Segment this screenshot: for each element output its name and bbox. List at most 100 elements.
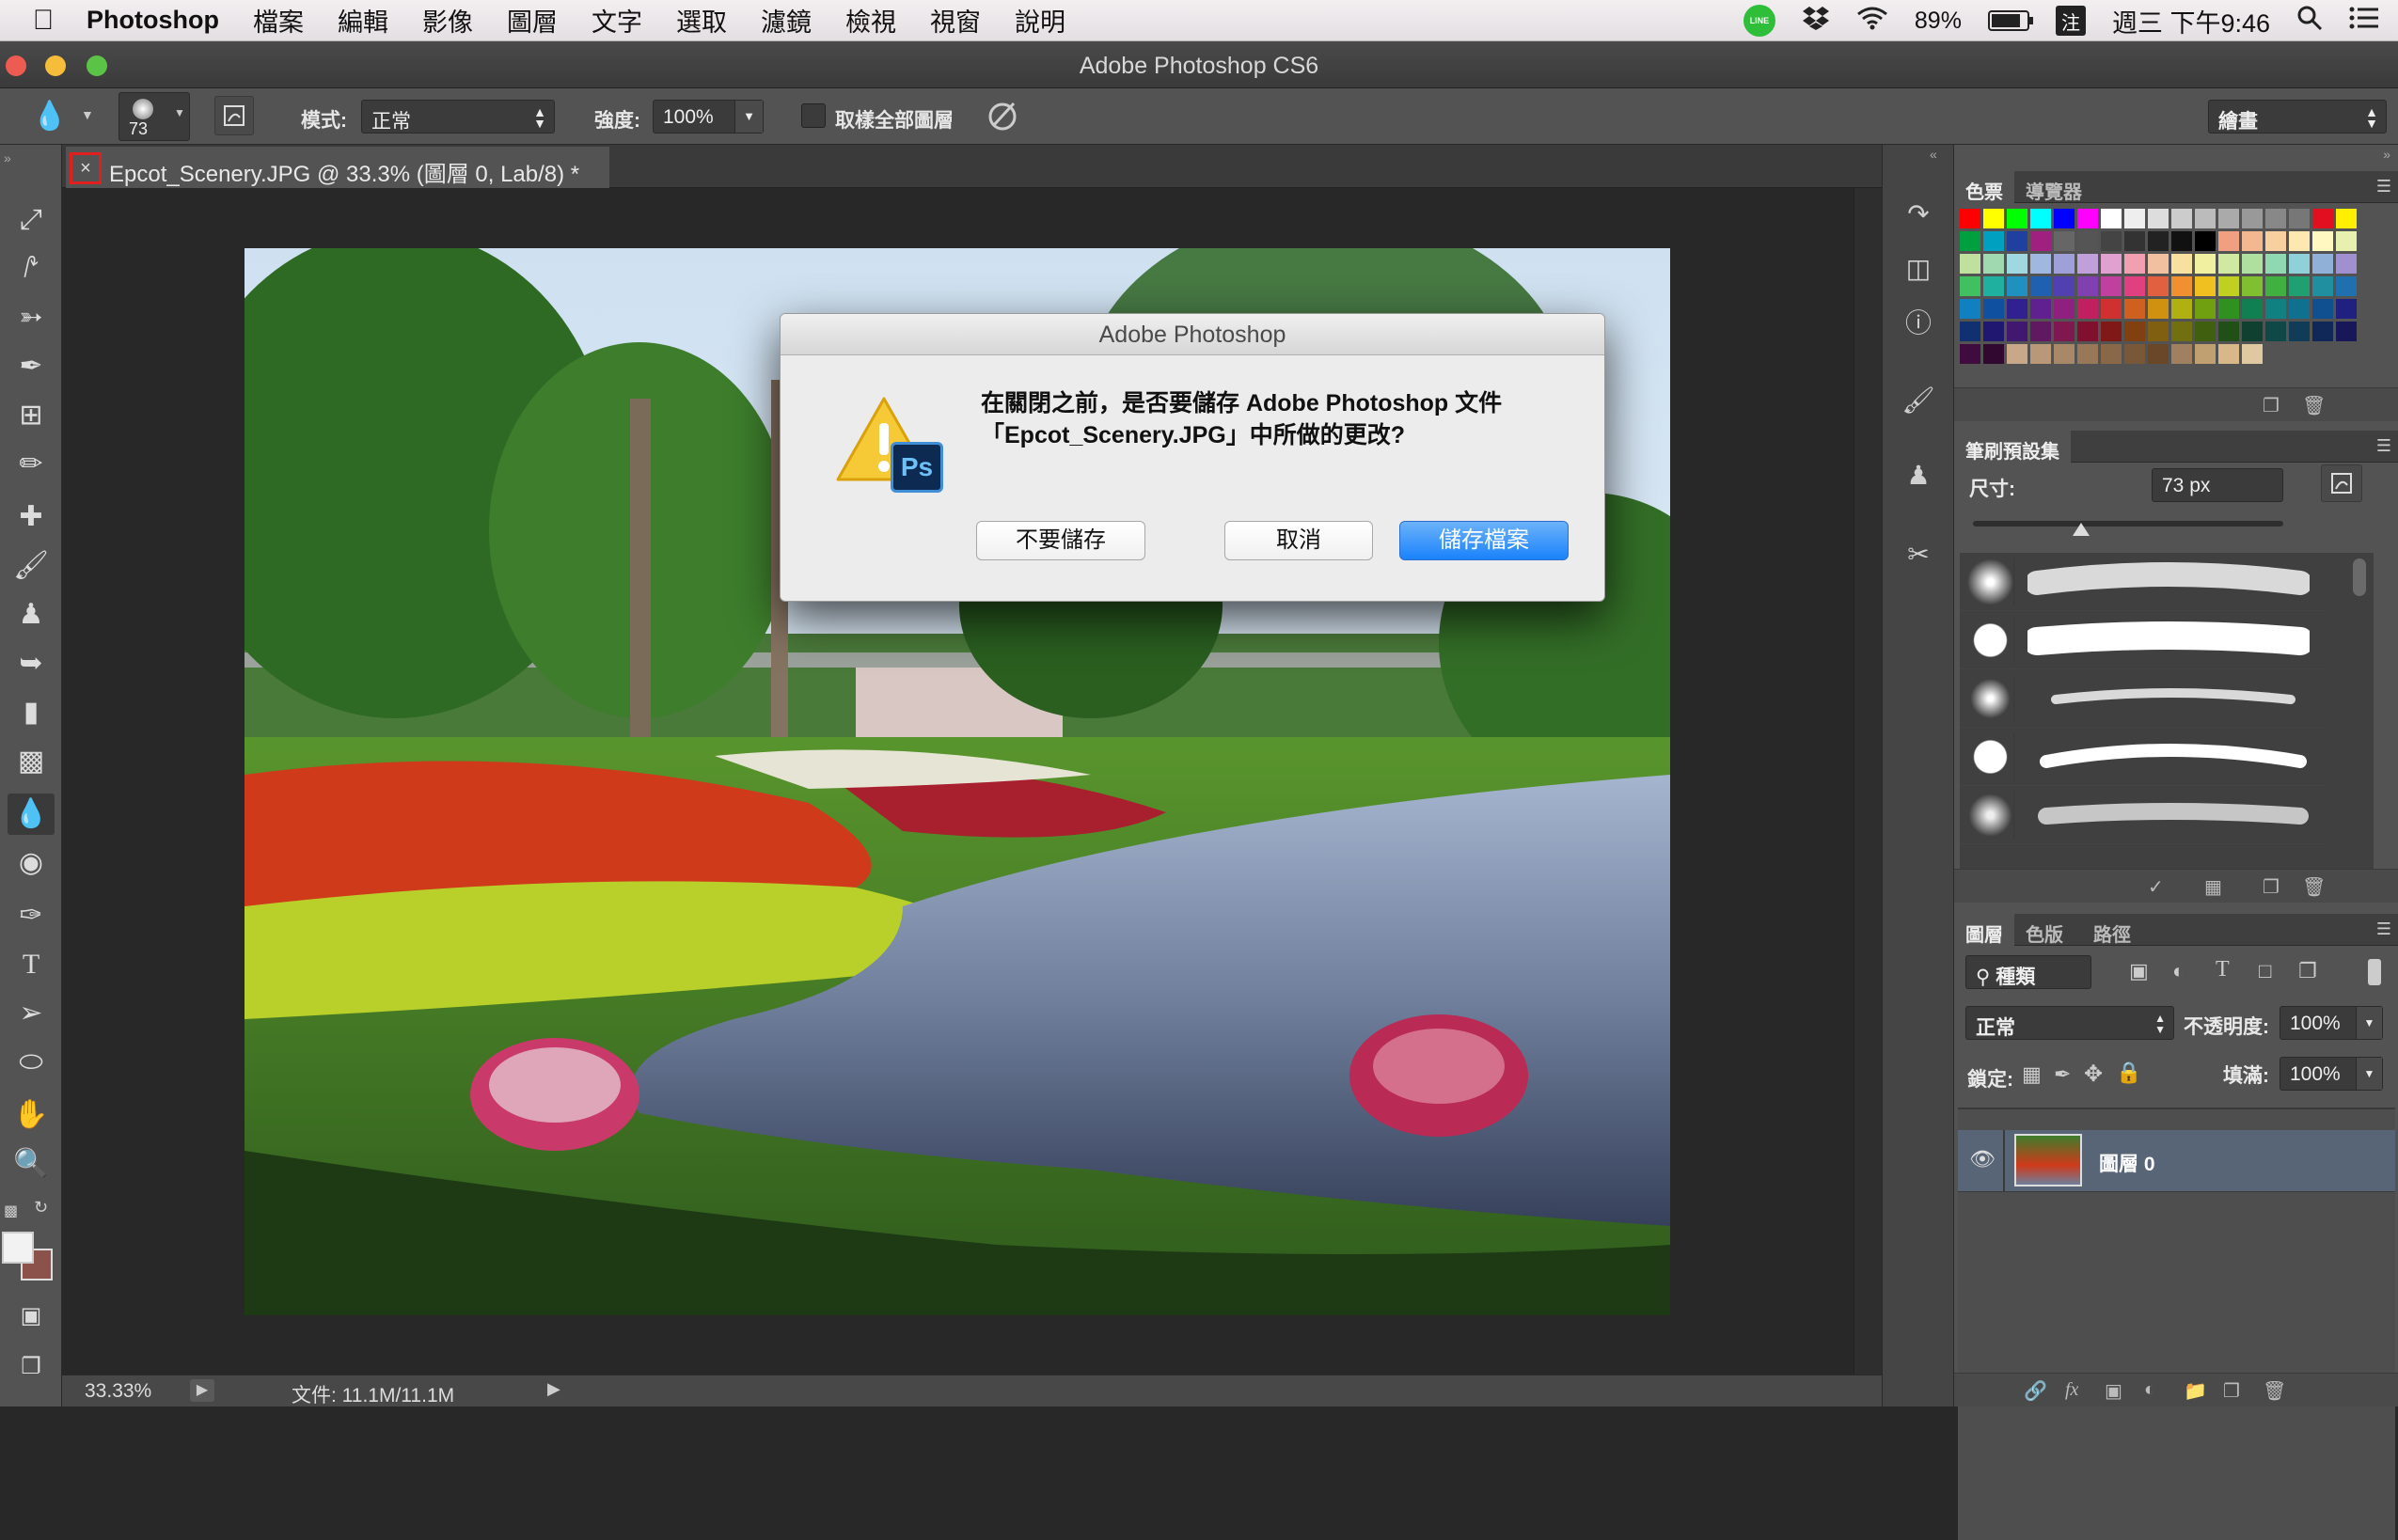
strength-dropdown-icon[interactable]: ▼: [734, 101, 763, 133]
color-swatch[interactable]: [2054, 254, 2075, 274]
color-swatch[interactable]: [2289, 254, 2310, 274]
new-layer-icon[interactable]: ❐: [2223, 1379, 2240, 1403]
eraser-tool-icon[interactable]: ▮: [8, 692, 55, 733]
brush-preset-item[interactable]: [1960, 553, 2327, 611]
color-swatch[interactable]: [2007, 344, 2027, 364]
color-swatch[interactable]: [2054, 322, 2075, 341]
color-swatch[interactable]: [2171, 299, 2192, 319]
color-swatch[interactable]: [2077, 254, 2098, 274]
layer-thumbnail[interactable]: [2014, 1134, 2082, 1186]
color-swatch[interactable]: [2336, 231, 2357, 251]
color-swatch[interactable]: [2289, 299, 2310, 319]
3d-panel-icon[interactable]: ◫: [1896, 248, 1941, 290]
color-swatch[interactable]: [2171, 276, 2192, 296]
filter-toggle-switch[interactable]: [2368, 959, 2381, 985]
color-swatch[interactable]: [2077, 322, 2098, 341]
line-app-icon[interactable]: LINE: [1743, 5, 1775, 37]
color-swatch[interactable]: [2101, 322, 2122, 341]
color-swatch[interactable]: [2007, 276, 2027, 296]
crop-tool-icon[interactable]: ⊞: [8, 395, 55, 436]
close-tab-icon[interactable]: ×: [70, 152, 102, 184]
color-swatch[interactable]: [2030, 276, 2051, 296]
color-swatch[interactable]: [2289, 231, 2310, 251]
move-tool-icon[interactable]: ⤢: [8, 199, 55, 241]
shape-tool-icon[interactable]: ⬭: [8, 1042, 55, 1083]
filter-pixel-layers-icon[interactable]: ▣: [2129, 959, 2149, 983]
lock-position-icon[interactable]: ✥: [2084, 1061, 2103, 1088]
color-swatch[interactable]: [2289, 322, 2310, 341]
color-swatch[interactable]: [1960, 322, 1980, 341]
dodge-tool-icon[interactable]: ◉: [8, 842, 55, 884]
brush-preset-item[interactable]: [1960, 669, 2327, 728]
color-swatch[interactable]: [1960, 299, 1980, 319]
swap-colors-icon[interactable]: ↻: [34, 1198, 48, 1218]
color-swatch[interactable]: [2336, 322, 2357, 341]
grid-view-icon[interactable]: ▦: [2204, 875, 2222, 899]
color-swatch[interactable]: [2007, 254, 2027, 274]
brush-tool-icon[interactable]: 🖌: [8, 545, 55, 587]
color-swatch[interactable]: [2148, 276, 2169, 296]
input-method-icon[interactable]: 注: [2055, 6, 2086, 36]
color-swatch[interactable]: [2101, 231, 2122, 251]
brush-panel-icon[interactable]: 🖌: [1896, 380, 1941, 421]
color-swatch[interactable]: [2336, 276, 2357, 296]
color-swatch[interactable]: [2289, 276, 2310, 296]
color-swatch[interactable]: [2195, 299, 2216, 319]
filter-smart-objects-icon[interactable]: ❐: [2298, 959, 2317, 983]
clone-source-panel-icon[interactable]: ♟: [1896, 455, 1941, 496]
menu-file[interactable]: 檔案: [253, 2, 304, 39]
color-swatch[interactable]: [2242, 231, 2263, 251]
color-swatch[interactable]: [2336, 299, 2357, 319]
color-swatch[interactable]: [2195, 344, 2216, 364]
strength-input[interactable]: 100% ▼: [653, 100, 764, 134]
color-swatch[interactable]: [2242, 209, 2263, 228]
color-swatch[interactable]: [2195, 209, 2216, 228]
lock-transparent-pixels-icon[interactable]: ▦: [2022, 1062, 2042, 1087]
color-swatch[interactable]: [2195, 276, 2216, 296]
color-swatch[interactable]: [2124, 209, 2145, 228]
color-swatch[interactable]: [2171, 209, 2192, 228]
spotlight-search-icon[interactable]: [2296, 5, 2323, 38]
color-swatch[interactable]: [2124, 231, 2145, 251]
color-swatch[interactable]: [2171, 254, 2192, 274]
color-swatch[interactable]: [2195, 322, 2216, 341]
clone-stamp-tool-icon[interactable]: ♟: [8, 594, 55, 636]
color-swatch[interactable]: [1960, 254, 1980, 274]
collapse-toolbar-icon[interactable]: »: [4, 150, 11, 165]
zoom-tool-icon[interactable]: 🔍: [8, 1143, 55, 1185]
zoom-level[interactable]: 33.33%: [85, 1380, 151, 1403]
type-tool-icon[interactable]: T: [8, 944, 55, 985]
color-swatch[interactable]: [2101, 299, 2122, 319]
color-swatch[interactable]: [2218, 209, 2239, 228]
color-swatch[interactable]: [2148, 209, 2169, 228]
swatch-grid[interactable]: [1960, 209, 2366, 369]
layer-name[interactable]: 圖層 0: [2099, 1149, 2155, 1177]
color-swatch[interactable]: [2054, 209, 2075, 228]
link-layers-icon[interactable]: 🔗: [2024, 1379, 2047, 1403]
dont-save-button[interactable]: 不要儲存: [976, 521, 1145, 560]
color-swatch[interactable]: [2218, 254, 2239, 274]
menu-filter[interactable]: 濾鏡: [761, 2, 812, 39]
color-swatch[interactable]: [2195, 254, 2216, 274]
color-swatch[interactable]: [2218, 231, 2239, 251]
quick-mask-icon[interactable]: ▣: [8, 1296, 55, 1337]
gradient-tool-icon[interactable]: ▩: [8, 741, 55, 782]
color-swatch[interactable]: [2054, 276, 2075, 296]
filter-adjustment-layers-icon[interactable]: ◐: [2172, 959, 2185, 983]
color-swatch[interactable]: [2101, 254, 2122, 274]
color-swatch[interactable]: [1983, 231, 2004, 251]
color-swatch[interactable]: [1983, 299, 2004, 319]
brush-size-input[interactable]: 73 px: [2152, 468, 2283, 502]
lock-image-pixels-icon[interactable]: ✒: [2054, 1062, 2071, 1087]
color-swatch[interactable]: [2007, 322, 2027, 341]
opacity-input[interactable]: 100% ▼: [2280, 1006, 2383, 1040]
color-swatch[interactable]: [2077, 299, 2098, 319]
menu-image[interactable]: 影像: [422, 2, 473, 39]
mode-select[interactable]: 正常 ▲ ▼: [361, 100, 555, 134]
blur-tool-icon[interactable]: 💧: [32, 100, 67, 133]
color-swatch[interactable]: [2077, 276, 2098, 296]
color-swatch[interactable]: [2218, 322, 2239, 341]
layer-visibility-eye-icon[interactable]: 👁: [1969, 1147, 1996, 1171]
color-swatch[interactable]: [2265, 231, 2286, 251]
color-swatch[interactable]: [2148, 299, 2169, 319]
